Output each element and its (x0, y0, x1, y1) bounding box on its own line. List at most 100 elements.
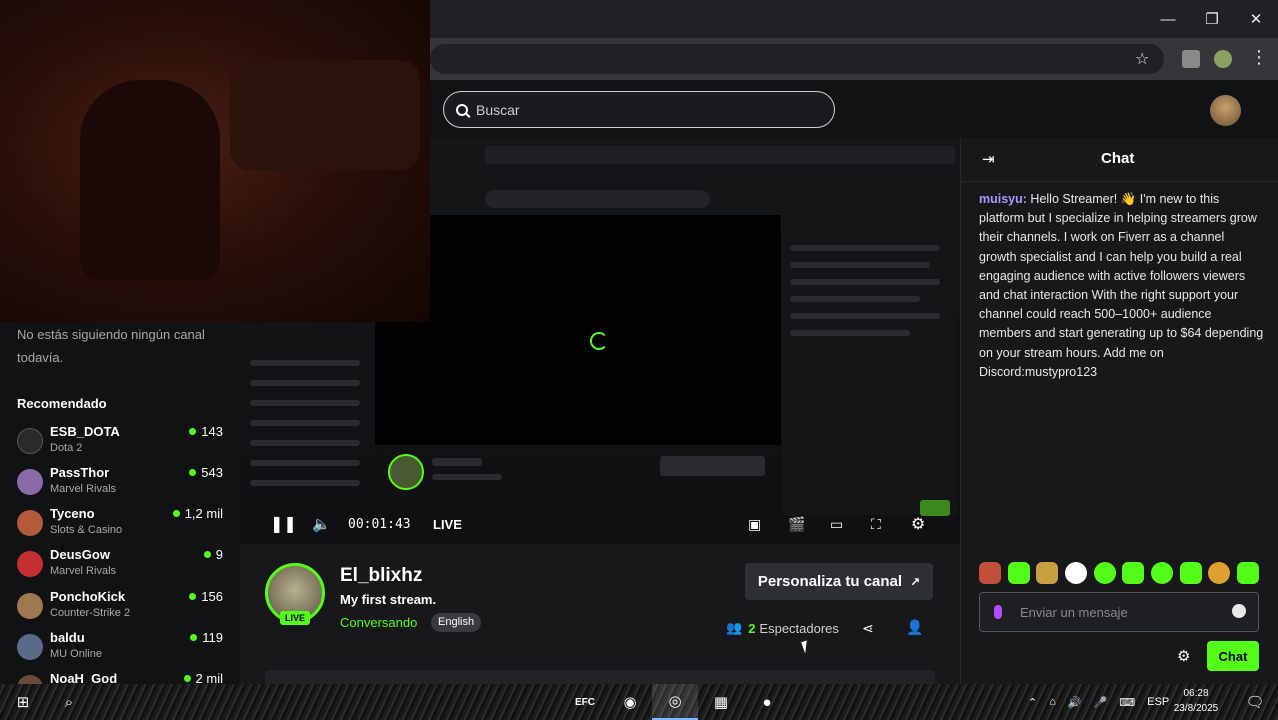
avatar (17, 634, 43, 660)
search-placeholder: Buscar (476, 101, 520, 118)
channel-viewers: 2 mil (183, 671, 223, 684)
live-indicator: LIVE (433, 516, 462, 532)
channel-viewers: 543 (189, 465, 223, 480)
emote-icon[interactable] (1007, 562, 1030, 584)
share-icon[interactable]: ⋖ (862, 620, 874, 637)
video-blur-decor (250, 480, 360, 486)
recommended-title: Recomendado (17, 396, 107, 411)
emote-icon[interactable] (1036, 562, 1059, 584)
theater-mode-icon[interactable]: ▭ (830, 516, 843, 533)
extension-icon[interactable] (1182, 50, 1200, 68)
viewers-count: 2 (748, 620, 756, 636)
player-controls: ❚❚ 🔈 00:01:43 LIVE ▣ 🎬 ▭ ⛶ ⚙ (240, 505, 960, 543)
mic-tray-icon[interactable]: 🎤 (1094, 696, 1108, 709)
collapse-chat-icon[interactable]: ⇥ (982, 150, 995, 168)
chat-message: muisyu: Hello Streamer! 👋 I'm new to thi… (979, 190, 1264, 382)
video-nested-avatar (388, 454, 424, 490)
notifications-icon[interactable]: 🗨 (1232, 684, 1278, 720)
windows-start-icon[interactable]: ⊞ (0, 684, 46, 720)
clip-icon[interactable]: 🎬 (788, 516, 805, 533)
steam-app-icon[interactable]: ◉ (607, 684, 653, 720)
avatar (17, 675, 43, 684)
emote-icon[interactable] (1064, 562, 1087, 584)
following-empty-text: No estás siguiendo ningún canal todavía. (17, 327, 205, 365)
search-input[interactable]: Buscar (443, 91, 835, 128)
taskbar-clock[interactable]: 06:28 23/8/2025 (1166, 686, 1226, 716)
profile-icon[interactable] (1214, 50, 1232, 68)
efootball-app-icon[interactable]: EFC (562, 684, 608, 720)
chat-username[interactable]: muisyu: (979, 192, 1027, 206)
fullscreen-icon[interactable]: ⛶ (871, 516, 881, 533)
emote-icon[interactable] (1208, 562, 1231, 584)
channel-name: NoaH_God (50, 671, 118, 684)
search-icon (456, 103, 468, 116)
channel-viewers: 156 (189, 589, 223, 604)
video-blur-decor (250, 460, 360, 466)
channel-viewers: 119 (190, 630, 223, 645)
video-blur-decor (660, 456, 765, 476)
emote-icon[interactable] (1179, 562, 1202, 584)
customize-channel-button[interactable]: Personaliza tu canal ↗ (745, 563, 933, 600)
user-avatar[interactable] (1210, 95, 1241, 126)
volume-icon[interactable]: 🔈 (312, 515, 331, 533)
minimize-button[interactable]: — (1146, 0, 1190, 38)
sidebar-channel[interactable]: ESB_DOTA Dota 2 143 (17, 424, 227, 464)
add-user-icon[interactable]: 👤 (906, 619, 923, 636)
network-icon[interactable]: ⌂ (1049, 696, 1056, 708)
address-bar[interactable] (430, 44, 1164, 74)
sidebar-channel[interactable]: baldu MU Online 119 (17, 630, 227, 670)
app-icon[interactable]: ▦ (698, 684, 744, 720)
language-tag[interactable]: English (431, 613, 482, 632)
speaker-icon[interactable]: 🔊 (1068, 696, 1082, 709)
microphone-icon[interactable] (994, 605, 1002, 619)
channel-game: Marvel Rivals (50, 565, 117, 577)
video-blur-decor (250, 360, 360, 366)
chat-message-text: Hello Streamer! 👋 I'm new to this platfo… (979, 192, 1264, 379)
taskbar-search-icon[interactable]: ⌕ (46, 684, 92, 720)
live-badge: LIVE (280, 611, 310, 625)
video-blur-decor (432, 458, 482, 466)
pause-icon[interactable]: ❚❚ (270, 514, 297, 534)
chrome-app-icon[interactable]: ◎ (652, 684, 698, 720)
stream-category[interactable]: Conversando (340, 615, 417, 630)
video-blur-decor (485, 190, 710, 208)
avatar (17, 551, 43, 577)
sidebar-channel[interactable]: Tyceno Slots & Casino 1,2 mil (17, 506, 227, 546)
channel-game: Dota 2 (50, 442, 83, 454)
obs-app-icon[interactable]: ● (744, 684, 790, 720)
emote-icon[interactable] (979, 562, 1001, 584)
avatar (17, 510, 43, 536)
emoji-icon[interactable] (1232, 604, 1246, 618)
sidebar-channel[interactable]: DeusGow Marvel Rivals 9 (17, 547, 227, 587)
stream-title: My first stream. (340, 592, 437, 607)
viewers-label: Espectadores (759, 620, 839, 636)
close-button[interactable]: ✕ (1234, 0, 1278, 38)
sidebar-channel[interactable]: PassThor Marvel Rivals 543 (17, 465, 227, 505)
system-tray: ⌃ ⌂ 🔊 🎤 ⌨ ESP (1028, 684, 1169, 720)
settings-gear-icon[interactable]: ⚙ (911, 514, 925, 534)
chat-message-input[interactable]: Enviar un mensaje (979, 592, 1259, 632)
live-dot-icon (189, 428, 197, 435)
viewers-icon: 👥 (726, 620, 743, 635)
channel-viewers: 9 (203, 547, 223, 562)
live-dot-icon (183, 675, 191, 682)
pip-icon[interactable]: ▣ (748, 516, 761, 533)
channel-game: MU Online (50, 648, 102, 660)
browser-menu-icon[interactable]: ⋮ (1250, 48, 1268, 66)
sidebar-channel[interactable]: PonchoKick Counter-Strike 2 156 (17, 589, 227, 629)
keyboard-icon[interactable]: ⌨ (1119, 696, 1135, 709)
tray-up-icon[interactable]: ⌃ (1028, 696, 1037, 709)
channel-name: PassThor (50, 465, 110, 480)
streamer-name[interactable]: El_blixhz (340, 565, 422, 587)
send-chat-button[interactable]: Chat (1207, 641, 1259, 671)
emote-icon[interactable] (1122, 562, 1145, 584)
chat-settings-icon[interactable]: ⚙ (1177, 647, 1190, 665)
sidebar-channel[interactable]: NoaH_God 2 mil (17, 671, 227, 684)
live-dot-icon (189, 593, 197, 600)
external-link-icon: ↗ (910, 574, 921, 589)
maximize-button[interactable]: ❐ (1190, 0, 1234, 38)
emote-icon[interactable] (1150, 562, 1173, 584)
emote-icon[interactable] (1093, 562, 1116, 584)
bookmark-star-icon[interactable]: ☆ (1135, 49, 1149, 69)
emote-icon[interactable] (1236, 562, 1259, 584)
